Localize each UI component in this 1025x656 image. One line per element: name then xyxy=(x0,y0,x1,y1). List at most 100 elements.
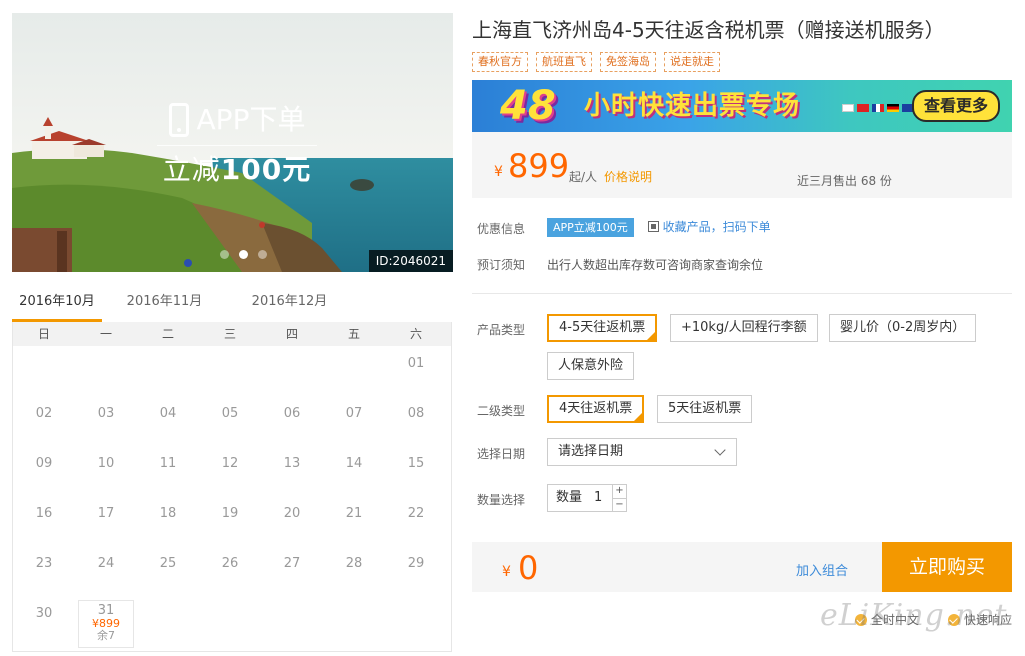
calendar-empty-cell xyxy=(137,346,199,396)
price-value: 899 xyxy=(508,147,570,185)
weekday-label: 一 xyxy=(99,327,112,341)
calendar-day[interactable]: 17 xyxy=(75,496,137,546)
calendar-day[interactable]: 21 xyxy=(323,496,385,546)
calendar-day[interactable]: 19 xyxy=(199,496,261,546)
booking-notice-label: 预订须知 xyxy=(477,258,526,272)
banner-hours-number: 48 xyxy=(500,83,556,129)
calendar-day[interactable]: 20 xyxy=(261,496,323,546)
calendar-empty-cell xyxy=(199,346,261,396)
price-explanation-link[interactable]: 价格说明 xyxy=(604,168,652,185)
calendar-day[interactable]: 24 xyxy=(75,546,137,596)
calendar-day[interactable]: 01 xyxy=(385,346,447,396)
calendar-day[interactable]: 13 xyxy=(261,446,323,496)
carousel-dot-3[interactable] xyxy=(258,250,267,259)
tab-month-oct[interactable]: 2016年10月 xyxy=(12,288,102,322)
calendar-empty-cell xyxy=(13,346,75,396)
price-currency-symbol: ¥ xyxy=(494,164,503,180)
product-hero-image[interactable]: APP下单 立减100元 ID:2046021 xyxy=(12,13,453,272)
buy-now-button[interactable]: 立即购买 xyxy=(882,542,1012,592)
calendar-day[interactable]: 14 xyxy=(323,446,385,496)
quantity-decrease-button[interactable]: − xyxy=(613,498,626,511)
option-infant-price[interactable]: 婴儿价（0-2周岁内） xyxy=(829,314,977,342)
calendar-day[interactable]: 23 xyxy=(13,546,75,596)
calendar-day[interactable]: 12 xyxy=(199,446,261,496)
calendar-day[interactable]: 26 xyxy=(199,546,261,596)
product-tag: 免签海岛 xyxy=(600,52,656,72)
image-id-badge: ID:2046021 xyxy=(368,250,453,272)
tab-month-dec[interactable]: 2016年12月 xyxy=(227,288,352,322)
carousel-dot-2[interactable] xyxy=(239,250,248,259)
qr-code-icon xyxy=(647,221,659,232)
option-4-day-return[interactable]: 4天往返机票 xyxy=(547,395,645,423)
option-accident-insurance[interactable]: 人保意外险 xyxy=(547,352,635,380)
quantity-buttons: + − xyxy=(612,485,626,511)
calendar-day[interactable]: 09 xyxy=(13,446,75,496)
calendar-day[interactable]: 08 xyxy=(385,396,447,446)
sales-count: 近三月售出 68 份 xyxy=(797,174,892,188)
calendar-day-number: 12 xyxy=(221,456,239,471)
calendar-day[interactable]: 03 xyxy=(75,396,137,446)
calendar-empty-cell xyxy=(261,346,323,396)
calendar-day[interactable]: 29 xyxy=(385,546,447,596)
calendar-day-available[interactable]: 31 ¥899 余7 xyxy=(78,600,134,648)
calendar-empty-cell xyxy=(323,346,385,396)
banner-view-more-button[interactable]: 查看更多 xyxy=(911,90,1000,122)
date-select-dropdown[interactable]: 请选择日期 xyxy=(547,438,737,466)
calendar-weekday-header: 日 一 二 三 四 五 六 xyxy=(13,322,451,346)
calendar-day[interactable]: 16 xyxy=(13,496,75,546)
calendar-day[interactable]: 11 xyxy=(137,446,199,496)
quantity-input[interactable]: 1 xyxy=(594,485,602,511)
favorite-scan-link[interactable]: 收藏产品，扫码下单 xyxy=(647,220,771,234)
flags-decoration xyxy=(842,104,914,112)
product-tag: 航班直飞 xyxy=(536,52,592,72)
add-to-combo-link[interactable]: 加入组合 xyxy=(796,560,848,579)
calendar-day-number: 22 xyxy=(407,506,425,521)
calendar-day[interactable]: 28 xyxy=(323,546,385,596)
calendar-day[interactable]: 05 xyxy=(199,396,261,446)
calendar-day[interactable]: 04 xyxy=(137,396,199,446)
carousel-dot-1[interactable] xyxy=(220,250,229,259)
quantity-prefix: 数量 xyxy=(556,490,583,505)
calendar-day[interactable]: 22 xyxy=(385,496,447,546)
calendar-day-number: 18 xyxy=(159,506,177,521)
calendar-day-number: 04 xyxy=(159,406,177,421)
date-calendar: 日 一 二 三 四 五 六 01 02 03 04 05 06 07 08 09 10 11 12 13… xyxy=(12,322,452,652)
calendar-day-remaining: 余7 xyxy=(97,629,115,642)
calendar-day[interactable]: 07 xyxy=(323,396,385,446)
calendar-day[interactable]: 02 xyxy=(13,396,75,446)
app-promo-overlay: APP下单 立减100元 xyxy=(157,101,317,190)
calendar-day[interactable]: 25 xyxy=(137,546,199,596)
quantity-stepper: 数量 1 + − xyxy=(547,484,627,512)
promo-app-order-text: APP下单 xyxy=(196,103,306,136)
calendar-day-number: 20 xyxy=(283,506,301,521)
calendar-day[interactable]: 10 xyxy=(75,446,137,496)
calendar-day-number: 07 xyxy=(345,406,363,421)
calendar-day[interactable]: 27 xyxy=(261,546,323,596)
option-4-5-day-return[interactable]: 4-5天往返机票 xyxy=(547,314,658,342)
calendar-day-number: 10 xyxy=(97,456,115,471)
calendar-day-number: 03 xyxy=(97,406,115,421)
calendar-day-number: 25 xyxy=(159,556,177,571)
calendar-day[interactable]: 30 xyxy=(13,596,75,646)
app-discount-badge: APP立减100元 xyxy=(547,218,634,237)
month-tabs: 2016年10月 2016年11月 2016年12月 xyxy=(12,288,452,322)
promo-banner-48h[interactable]: 48 小时快速出票专场 查看更多 xyxy=(472,80,1012,132)
option-5-day-return[interactable]: 5天往返机票 xyxy=(657,395,753,423)
product-title: 上海直飞济州岛4-5天往返含税机票（赠接送机服务） xyxy=(472,18,945,42)
calendar-day[interactable]: 06 xyxy=(261,396,323,446)
chevron-down-icon xyxy=(714,444,726,456)
calendar-day-number: 27 xyxy=(283,556,301,571)
quantity-increase-button[interactable]: + xyxy=(613,485,626,498)
calendar-day-number: 23 xyxy=(35,556,53,571)
discount-label: 优惠信息 xyxy=(477,222,526,236)
calendar-day-number: 13 xyxy=(283,456,301,471)
total-panel: ¥ 0 加入组合 立即购买 xyxy=(472,542,1012,592)
calendar-day-number: 09 xyxy=(35,456,53,471)
calendar-day-number: 14 xyxy=(345,456,363,471)
sub-type-label: 二级类型 xyxy=(477,404,526,418)
tab-month-nov[interactable]: 2016年11月 xyxy=(102,288,227,322)
calendar-day[interactable]: 18 xyxy=(137,496,199,546)
flag-icon xyxy=(857,104,869,112)
option-extra-baggage[interactable]: +10kg/人回程行李额 xyxy=(670,314,818,342)
calendar-day[interactable]: 15 xyxy=(385,446,447,496)
